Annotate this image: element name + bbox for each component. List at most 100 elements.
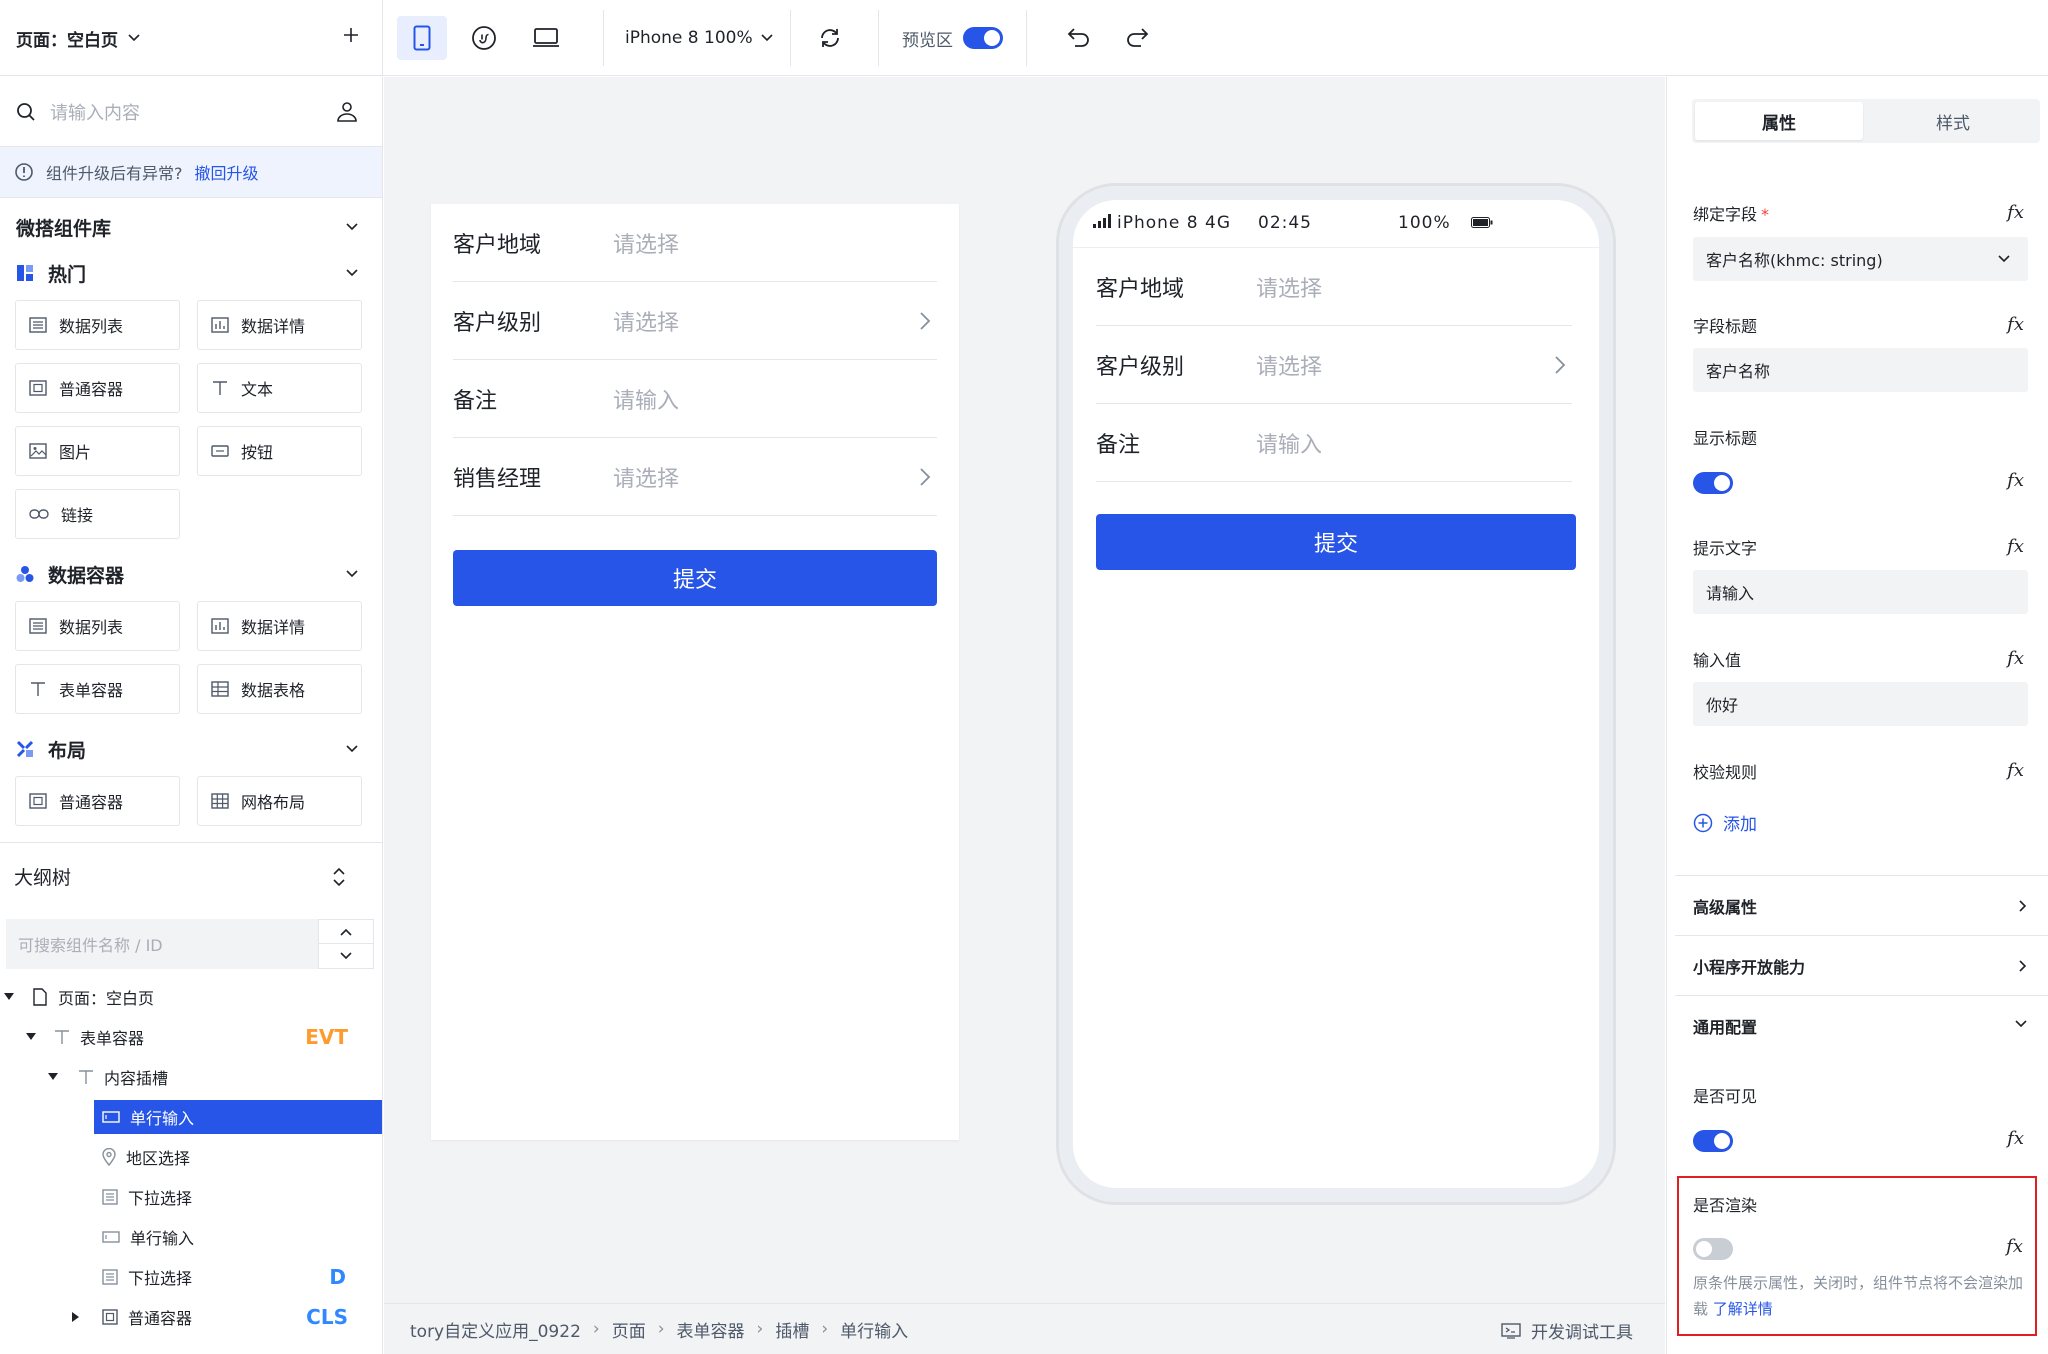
form-preview-card[interactable]: 客户地域 请选择 客户级别 请选择 备注 请输入 销售经理 请选择 提交	[431, 204, 959, 1140]
search-input[interactable]: 请输入内容	[50, 99, 140, 125]
mobile-device-button[interactable]	[397, 16, 447, 60]
device-size-label: iPhone 8 100%	[625, 28, 753, 48]
bind-field-select[interactable]: 客户名称(khmc: string)	[1693, 237, 2028, 281]
devtools-button[interactable]: 开发调试工具	[1501, 1318, 1633, 1343]
phone-form-row-level[interactable]: 客户级别 请选择	[1096, 326, 1572, 404]
tree-node[interactable]: 单行输入	[0, 1220, 382, 1254]
library-header[interactable]: 微搭组件库	[0, 204, 382, 250]
caret-down-icon[interactable]	[4, 993, 14, 1001]
miniprogram-device-button[interactable]	[459, 16, 509, 60]
section-general[interactable]: 通用配置	[1675, 995, 2048, 1055]
tree-node-selected[interactable]: 单行输入	[94, 1100, 382, 1134]
visible-toggle[interactable]	[1693, 1130, 1733, 1152]
field-label: 备注	[453, 388, 498, 414]
component-data-list[interactable]: 数据列表	[15, 601, 180, 651]
caret-right-icon[interactable]	[72, 1312, 80, 1322]
learn-more-link[interactable]: 了解详情	[1713, 1300, 1773, 1318]
tree-node[interactable]: 地区选择	[0, 1140, 382, 1174]
phone-submit-button[interactable]: 提交	[1096, 514, 1576, 570]
placeholder-input[interactable]: 请输入	[1693, 570, 2028, 614]
tab-styles[interactable]: 样式	[1869, 102, 2037, 140]
component-form-container[interactable]: 表单容器	[15, 664, 180, 714]
tree-node[interactable]: 表单容器 EVT	[0, 1020, 382, 1054]
component-image[interactable]: 图片	[15, 426, 180, 476]
breadcrumb-item[interactable]: 单行输入	[840, 1317, 908, 1342]
device-size-select[interactable]: iPhone 8 100%	[625, 0, 773, 76]
info-icon	[14, 162, 34, 182]
bind-field-value: 客户名称(khmc: string)	[1706, 251, 1883, 270]
tab-properties[interactable]: 属性	[1695, 102, 1863, 140]
component-grid-layout[interactable]: 网格布局	[197, 776, 362, 826]
revert-upgrade-link[interactable]: 撤回升级	[195, 160, 259, 184]
fx-icon[interactable]: fx	[2007, 470, 2024, 491]
component-data-table[interactable]: 数据表格	[197, 664, 362, 714]
show-title-toggle[interactable]	[1693, 472, 1733, 494]
chevron-up-icon[interactable]	[319, 920, 373, 944]
preview-toggle[interactable]	[963, 27, 1003, 49]
component-container[interactable]: 普通容器	[15, 776, 180, 826]
fx-icon[interactable]: fx	[2007, 202, 2024, 223]
breadcrumb-item[interactable]: 插槽	[775, 1317, 809, 1342]
section-header-data-container[interactable]: 数据容器	[0, 551, 382, 597]
component-data-list[interactable]: 数据列表	[15, 300, 180, 350]
tree-node[interactable]: 普通容器 CLS	[0, 1300, 382, 1334]
undo-icon[interactable]	[1066, 26, 1092, 48]
fx-icon[interactable]: fx	[2007, 648, 2024, 669]
section-miniprogram[interactable]: 小程序开放能力	[1675, 935, 2048, 995]
tree-node[interactable]: 下拉选择	[0, 1180, 382, 1214]
form-row-level[interactable]: 客户级别 请选择	[453, 282, 937, 360]
form-row-region[interactable]: 客户地域 请选择	[453, 204, 937, 282]
component-market-icon[interactable]	[336, 101, 358, 123]
component-label: 链接	[61, 506, 94, 525]
component-link[interactable]: 链接	[15, 489, 180, 539]
battery-text: 100%	[1398, 213, 1451, 233]
fx-icon[interactable]: fx	[2006, 1236, 2023, 1257]
fx-icon[interactable]: fx	[2007, 1128, 2024, 1149]
refresh-icon[interactable]	[818, 26, 842, 50]
phone-form-row-region[interactable]: 客户地域 请选择	[1096, 248, 1572, 326]
component-data-detail[interactable]: 数据详情	[197, 601, 362, 651]
add-page-icon[interactable]	[342, 26, 360, 44]
tree-node[interactable]: 内容插槽	[0, 1060, 382, 1094]
add-rule-button[interactable]: 添加	[1693, 810, 1757, 835]
section-header-hot[interactable]: 热门	[0, 250, 382, 296]
redo-icon[interactable]	[1124, 26, 1150, 48]
fx-icon[interactable]: fx	[2007, 760, 2024, 781]
fx-icon[interactable]: fx	[2007, 314, 2024, 335]
component-container[interactable]: 普通容器	[15, 363, 180, 413]
section-advanced[interactable]: 高级属性	[1675, 875, 2048, 935]
input-value-field[interactable]: 你好	[1693, 682, 2028, 726]
expand-collapse-icon[interactable]	[332, 867, 346, 887]
button-icon	[211, 443, 229, 459]
tree-node-label: 页面：空白页	[58, 989, 155, 1008]
phone-form-row-remark[interactable]: 备注 请输入	[1096, 404, 1572, 482]
breadcrumb-item[interactable]: tory自定义应用_0922	[410, 1317, 581, 1342]
list-icon	[29, 618, 47, 634]
submit-button[interactable]: 提交	[453, 550, 937, 606]
form-row-remark[interactable]: 备注 请输入	[453, 360, 937, 438]
dropdown-icon	[102, 1189, 118, 1205]
breadcrumb-item[interactable]: 页面	[612, 1317, 646, 1342]
caret-down-icon[interactable]	[26, 1033, 36, 1041]
form-row-manager[interactable]: 销售经理 请选择	[453, 438, 937, 516]
tree-node-label: 地区选择	[126, 1149, 191, 1168]
outline-search-input[interactable]: 可搜索组件名称 / ID	[6, 919, 318, 969]
component-button[interactable]: 按钮	[197, 426, 362, 476]
tree-node[interactable]: 下拉选择 D	[0, 1260, 382, 1294]
section-header-layout[interactable]: 布局	[0, 726, 382, 772]
page-selector[interactable]: 页面：空白页	[0, 0, 383, 76]
devtools-icon	[1501, 1322, 1521, 1339]
render-toggle[interactable]	[1693, 1238, 1733, 1260]
title-input[interactable]: 客户名称	[1693, 348, 2028, 392]
chevron-down-icon[interactable]	[319, 944, 373, 968]
breadcrumb-item[interactable]: 表单容器	[677, 1317, 745, 1342]
caret-down-icon[interactable]	[48, 1073, 58, 1081]
component-text[interactable]: 文本	[197, 363, 362, 413]
component-data-detail[interactable]: 数据详情	[197, 300, 362, 350]
desktop-device-button[interactable]	[521, 16, 571, 60]
fx-icon[interactable]: fx	[2007, 536, 2024, 557]
section-title: 布局	[48, 739, 87, 762]
component-search[interactable]: 请输入内容	[0, 77, 382, 147]
tree-node[interactable]: 页面：空白页	[0, 980, 382, 1014]
outline-tree-header[interactable]: 大纲树	[0, 842, 382, 910]
